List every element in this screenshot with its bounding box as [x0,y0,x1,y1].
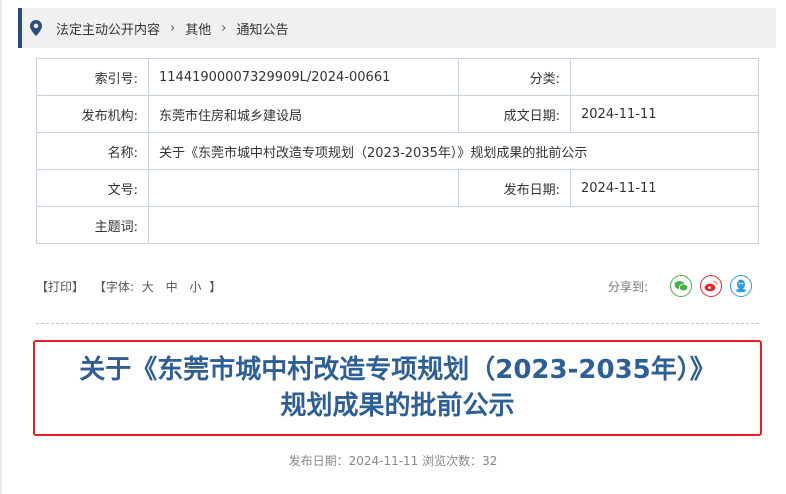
keywords-value [148,206,759,244]
weibo-icon[interactable] [700,275,722,297]
page-left-rule [0,0,2,494]
publish-date-value: 2024-11-11 [570,169,759,207]
breadcrumb-item-legal-disclosure[interactable]: 法定主动公开内容 [56,19,160,38]
chevron-right-icon: › [170,20,176,36]
name-label: 名称: [36,132,149,170]
location-pin-icon [30,20,44,36]
article-title-line-1: 关于《东莞市城中村改造专项规划（2023-2035年）》 [79,355,716,385]
font-size-large-button[interactable]: 大 [142,280,154,294]
category-label: 分类: [458,58,571,96]
category-value [570,58,759,96]
article-title-highlight: 关于《东莞市城中村改造专项规划（2023-2035年）》 规划成果的批前公示 [33,340,762,436]
font-size-prefix: 【字体: [93,280,134,294]
created-date-value: 2024-11-11 [570,95,759,133]
publish-date-label: 发布日期: [458,169,571,207]
share-label: 分享到: [607,279,648,294]
article-tools: 【打印】 【字体: 大 中 小 】 [36,278,221,295]
wechat-icon[interactable] [670,275,692,297]
print-button[interactable]: 【打印】 [36,280,84,294]
chevron-right-icon: › [221,20,227,36]
dashed-divider [36,323,759,324]
breadcrumb-item-other[interactable]: 其他 [185,19,211,38]
document-meta-table: 索引号: 11441900007329909L/2024-00661 分类: 发… [36,58,759,244]
meta-row: 文号: 发布日期: 2024-11-11 [36,169,759,207]
meta-row: 名称: 关于《东莞市城中村改造专项规划（2023-2035年）》规划成果的批前公… [36,132,759,170]
name-value: 关于《东莞市城中村改造专项规划（2023-2035年）》规划成果的批前公示 [148,132,759,170]
font-size-medium-button[interactable]: 中 [166,280,178,294]
article-publish-info: 发布日期：2024-11-11 浏览次数：32 [288,454,498,468]
doc-number-label: 文号: [36,169,149,207]
breadcrumb: 法定主动公开内容 › 其他 › 通知公告 [18,8,776,48]
qq-icon[interactable] [730,275,752,297]
publisher-value: 东莞市住房和城乡建设局 [148,95,459,133]
doc-number-value [148,169,459,207]
share-bar: 分享到: [608,275,752,297]
created-date-label: 成文日期: [458,95,571,133]
font-size-suffix: 】 [209,280,222,294]
index-value: 11441900007329909L/2024-00661 [148,58,459,96]
article-title-line-2: 规划成果的批前公示 [280,391,515,421]
font-size-small-button[interactable]: 小 [189,280,201,294]
publisher-label: 发布机构: [36,95,149,133]
breadcrumb-item-notices[interactable]: 通知公告 [236,19,288,38]
meta-row: 发布机构: 东莞市住房和城乡建设局 成文日期: 2024-11-11 [36,95,759,133]
index-label: 索引号: [36,58,149,96]
meta-row: 索引号: 11441900007329909L/2024-00661 分类: [36,58,759,96]
keywords-label: 主题词: [36,206,149,244]
meta-row: 主题词: [36,206,759,244]
